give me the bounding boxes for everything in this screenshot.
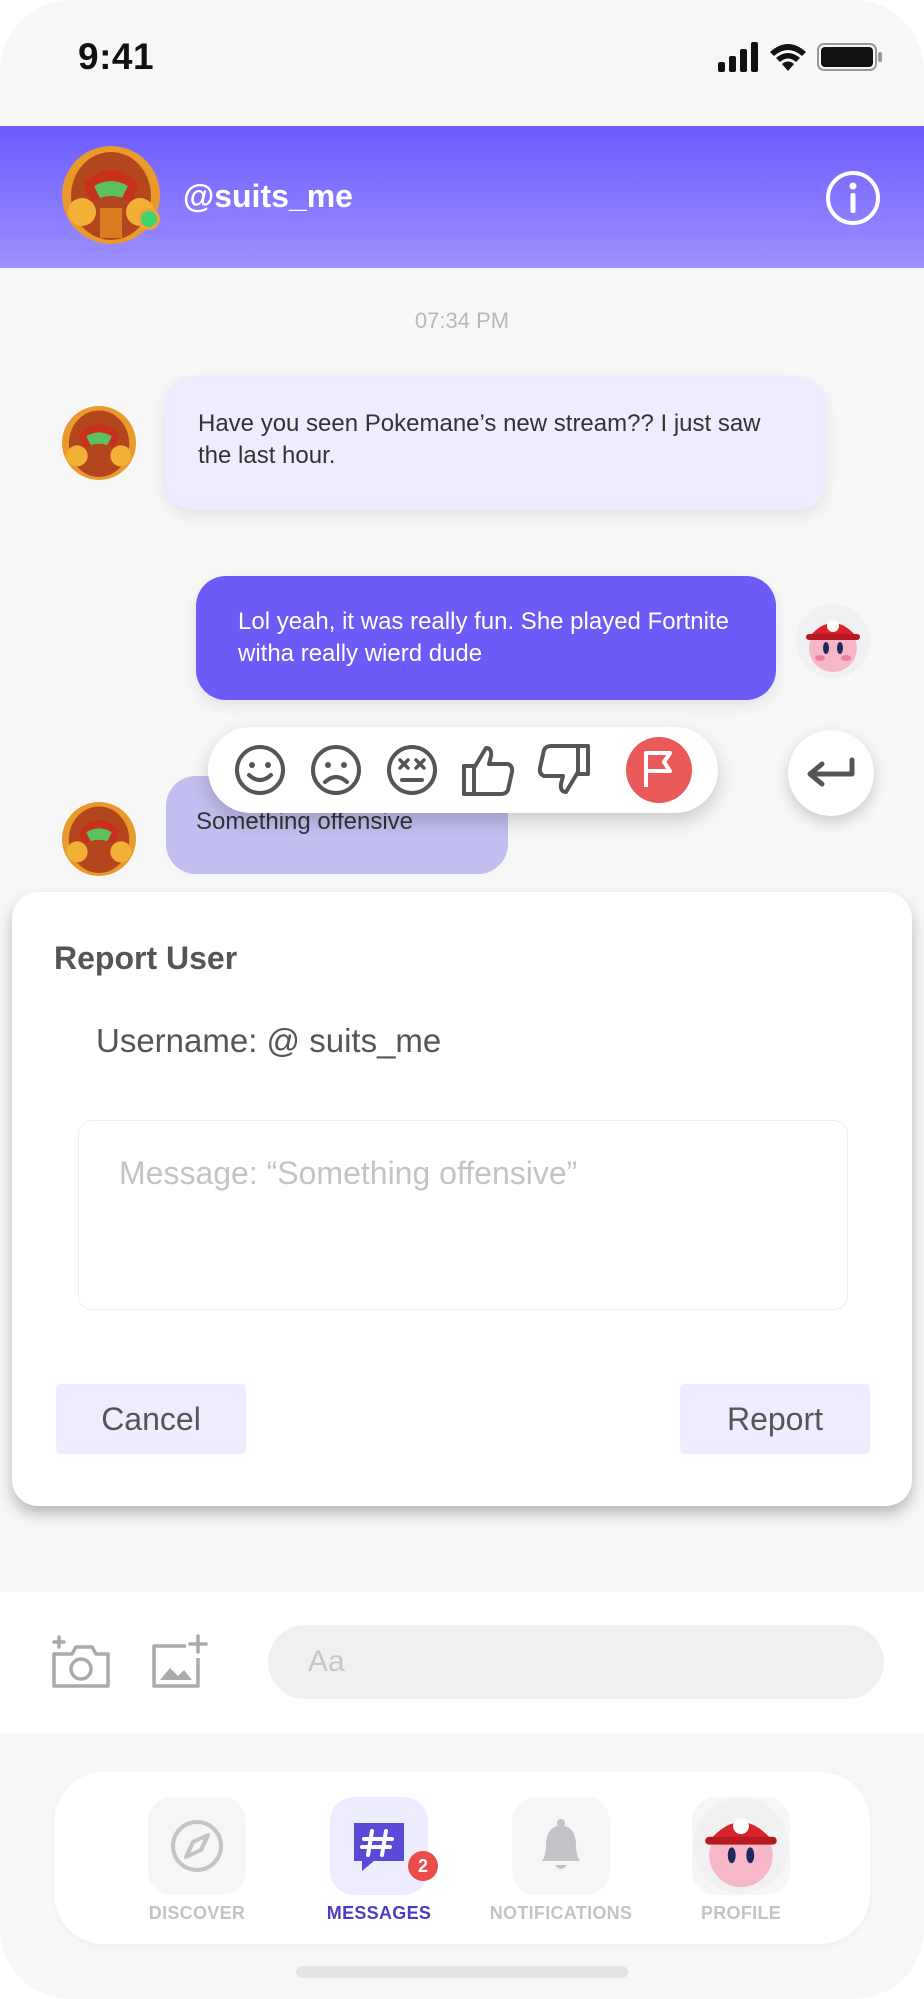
- info-icon: [826, 171, 880, 225]
- tab-icon-container: 2: [330, 1797, 438, 1895]
- info-button[interactable]: [825, 170, 881, 226]
- dizzy-reaction[interactable]: [384, 742, 440, 798]
- message-composer: [0, 1592, 924, 1734]
- add-camera-icon: [52, 1635, 110, 1688]
- tab-label: PROFILE: [700, 1903, 782, 1923]
- message-timestamp: 07:34 PM: [414, 308, 510, 333]
- thumbs-down-reaction[interactable]: [536, 742, 592, 798]
- report-message-placeholder: Message: “Something offensive”: [119, 1155, 578, 1191]
- frown-reaction[interactable]: [308, 742, 364, 798]
- compass-icon: [171, 1820, 223, 1872]
- pink-character-avatar-icon: [796, 604, 870, 678]
- tab-icon-container: [512, 1797, 610, 1895]
- message-text: Have you seen Pokemane’s new stream?? I …: [198, 410, 761, 469]
- message-text: Lol yeah, it was really fun. She played …: [238, 608, 729, 667]
- incoming-message-bubble[interactable]: Have you seen Pokemane’s new stream?? I …: [164, 376, 826, 510]
- tab-discover[interactable]: DISCOVER: [102, 1797, 282, 1937]
- pink-character-avatar-icon: [693, 1798, 789, 1894]
- thumbs-down-icon: [537, 744, 590, 794]
- report-user-dialog: Report User Username: @ suits_me Message…: [12, 892, 912, 1506]
- camera-button[interactable]: [50, 1634, 112, 1690]
- hashtag-chat-icon: [354, 1823, 404, 1871]
- phone-screen: 9:41 @suits_me 07:34 PM Have you seen Po…: [0, 0, 924, 1999]
- dizzy-face-icon: [387, 745, 437, 795]
- report-button[interactable]: Report: [680, 1384, 870, 1454]
- add-image-icon: [152, 1634, 208, 1688]
- armored-helmet-avatar-icon: [62, 406, 136, 480]
- tab-label: NOTIFICATIONS: [489, 1903, 633, 1923]
- my-avatar[interactable]: [796, 604, 870, 678]
- home-indicator: [296, 1966, 628, 1978]
- smile-reaction[interactable]: [232, 742, 288, 798]
- message-input[interactable]: [268, 1625, 884, 1699]
- tab-icon-container: [148, 1797, 246, 1895]
- dialog-title: Report User: [54, 940, 238, 976]
- sender-avatar[interactable]: [62, 406, 136, 480]
- status-icons: [718, 40, 888, 74]
- contact-username: @suits_me: [183, 178, 353, 214]
- cancel-button[interactable]: Cancel: [56, 1384, 246, 1454]
- tab-notifications[interactable]: NOTIFICATIONS: [466, 1797, 646, 1937]
- reported-username: Username: @ suits_me: [96, 1022, 442, 1059]
- bottom-tab-bar: DISCOVER 2 MESSAGES NOTIFICATIONS PROFIL…: [54, 1772, 870, 1944]
- sender-avatar[interactable]: [62, 802, 136, 876]
- tab-profile[interactable]: PROFILE: [646, 1797, 826, 1937]
- outgoing-message-bubble[interactable]: Lol yeah, it was really fun. She played …: [196, 576, 776, 700]
- frown-icon: [311, 745, 361, 795]
- armored-helmet-avatar-icon: [62, 802, 136, 876]
- signal-wifi-battery-icon: [718, 42, 882, 72]
- report-message-field[interactable]: Message: “Something offensive”: [78, 1120, 848, 1310]
- reaction-bar: [208, 727, 718, 813]
- gallery-button[interactable]: [150, 1634, 210, 1690]
- unread-badge: 2: [408, 1851, 438, 1881]
- flag-reaction[interactable]: [626, 737, 692, 803]
- reply-button[interactable]: [788, 730, 874, 816]
- tab-icon-container: [692, 1797, 790, 1895]
- tab-label: DISCOVER: [148, 1903, 246, 1923]
- smile-icon: [235, 745, 285, 795]
- return-arrow-icon: [807, 757, 855, 787]
- thumbs-up-reaction[interactable]: [460, 742, 516, 798]
- tab-messages[interactable]: 2 MESSAGES: [284, 1797, 464, 1937]
- chat-header: @suits_me: [0, 126, 924, 268]
- tab-label: MESSAGES: [326, 1903, 432, 1923]
- thumbs-up-icon: [462, 746, 515, 796]
- online-status-dot: [138, 208, 160, 230]
- bell-icon: [542, 1819, 580, 1869]
- flag-icon: [644, 751, 672, 787]
- status-time: 9:41: [78, 36, 155, 77]
